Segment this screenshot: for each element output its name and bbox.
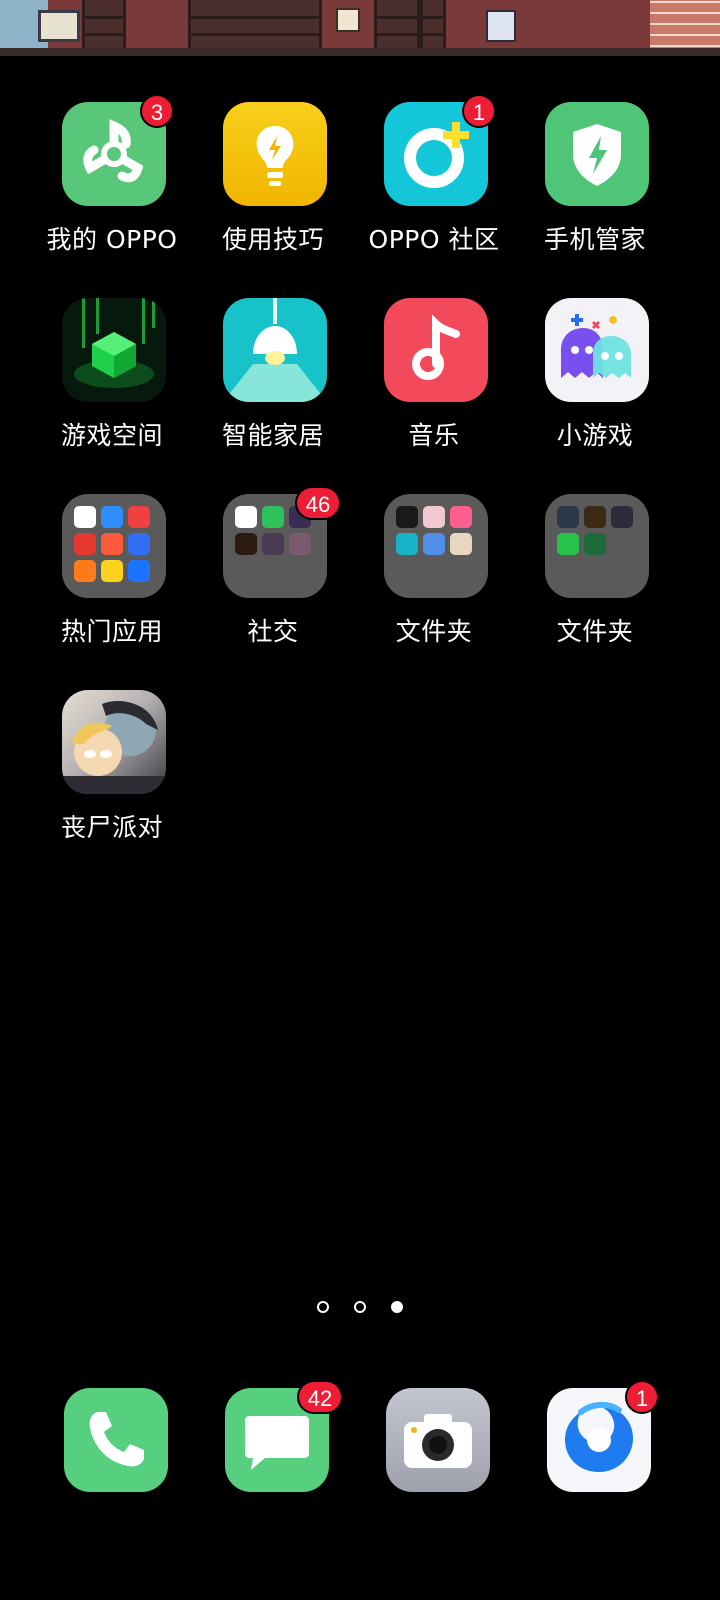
notification-badge: 1 [462, 94, 496, 128]
mini-app-icon [289, 533, 311, 555]
app-oppo-community[interactable]: 1 OPPO 社区 [354, 94, 514, 272]
mini-app-icon [611, 506, 633, 528]
app-label: 手机管家 [543, 225, 646, 254]
wallpaper-window [38, 10, 80, 42]
mini-app-icon [450, 533, 472, 555]
mini-app-icon [423, 533, 445, 555]
mini-app-icon [450, 506, 472, 528]
ghosts-icon [545, 298, 649, 402]
page-dot[interactable] [316, 1301, 329, 1313]
mini-app-icon [262, 506, 284, 528]
app-label: 文件夹 [556, 617, 634, 646]
folder-popular-apps[interactable]: 热门应用 [32, 494, 192, 664]
phone-icon [64, 1388, 168, 1492]
mini-app-icon [101, 560, 123, 582]
app-tips[interactable]: 使用技巧 [193, 102, 353, 272]
wallpaper-floor [0, 48, 720, 56]
app-label: 丧尸派对 [60, 813, 163, 842]
notification-badge: 3 [140, 94, 174, 128]
wallpaper-shelf [420, 0, 446, 50]
notification-badge: 42 [297, 1380, 343, 1414]
app-phone-manager[interactable]: 手机管家 [515, 102, 675, 272]
app-label: 使用技巧 [221, 225, 324, 254]
app-mini-games[interactable]: 小游戏 [515, 298, 675, 468]
app-music[interactable]: 音乐 [354, 298, 514, 468]
app-label: OPPO 社区 [368, 225, 500, 254]
lightbulb-icon [223, 102, 327, 206]
dock-messages[interactable]: 42 [225, 1380, 343, 1492]
mini-app-icon [557, 533, 579, 555]
shield-bolt-icon [545, 102, 649, 206]
app-label: 热门应用 [60, 617, 163, 646]
pinwheel-icon: 3 [62, 94, 174, 206]
app-label: 智能家居 [221, 421, 324, 450]
folder-files-2[interactable]: 文件夹 [515, 494, 675, 664]
page-indicator[interactable] [0, 1298, 720, 1318]
message-bubble-icon: 42 [225, 1380, 343, 1492]
folder-files-1[interactable]: 文件夹 [354, 494, 514, 664]
app-label: 我的 OPPO [46, 225, 178, 254]
app-my-oppo[interactable]: 3 我的 OPPO [32, 94, 192, 272]
notification-badge: 1 [625, 1380, 659, 1414]
wallpaper-shelf [188, 0, 322, 50]
folder-icon [62, 494, 166, 598]
app-label: 小游戏 [556, 421, 634, 450]
notification-badge: 46 [295, 486, 341, 520]
mini-app-icon [235, 533, 257, 555]
wallpaper-shelf [374, 0, 420, 50]
mini-app-icon [235, 506, 257, 528]
wallpaper-shelf [82, 0, 126, 50]
mini-app-icon [396, 506, 418, 528]
green-cube-icon [62, 298, 166, 402]
mini-app-icon [74, 506, 96, 528]
folder-icon [545, 494, 649, 598]
mini-app-icon [74, 560, 96, 582]
home-screen: 3 我的 OPPO 使用技巧 1 OPPO 社区 手机管家 游戏空间 智能家居 … [0, 0, 720, 1600]
mini-app-icon [128, 506, 150, 528]
ceiling-lamp-icon [223, 298, 327, 402]
mini-app-icon [423, 506, 445, 528]
mini-app-icon [74, 533, 96, 555]
mini-app-icon [101, 533, 123, 555]
app-label: 游戏空间 [60, 421, 163, 450]
ring-plus-icon: 1 [384, 94, 496, 206]
mini-app-icon [584, 506, 606, 528]
mini-app-icon [557, 506, 579, 528]
mini-app-icon [396, 533, 418, 555]
app-game-space[interactable]: 游戏空间 [32, 298, 192, 468]
app-zombie-party[interactable]: 丧尸派对 [32, 690, 192, 860]
wallpaper-strip [0, 0, 720, 56]
wallpaper-clock [336, 8, 360, 32]
dock-camera[interactable] [386, 1388, 490, 1492]
camera-icon [386, 1388, 490, 1492]
browser-icon: 1 [547, 1380, 659, 1492]
folder-icon [384, 494, 488, 598]
mini-app-icon [128, 560, 150, 582]
mini-app-icon [584, 533, 606, 555]
dock-phone[interactable] [64, 1388, 168, 1492]
page-dot-active[interactable] [391, 1301, 404, 1313]
wallpaper-picture [486, 10, 516, 42]
app-label: 社交 [247, 617, 299, 646]
mini-app-icon [101, 506, 123, 528]
app-label: 音乐 [408, 421, 460, 450]
page-dot[interactable] [354, 1301, 366, 1313]
app-smart-home[interactable]: 智能家居 [193, 298, 353, 468]
folder-icon: 46 [223, 486, 341, 598]
app-label: 文件夹 [395, 617, 473, 646]
mini-app-icon [128, 533, 150, 555]
mini-app-icon [262, 533, 284, 555]
zombie-party-icon [62, 690, 166, 794]
music-note-icon [384, 298, 488, 402]
folder-social[interactable]: 46 社交 [193, 486, 353, 664]
dock-browser[interactable]: 1 [547, 1380, 659, 1492]
